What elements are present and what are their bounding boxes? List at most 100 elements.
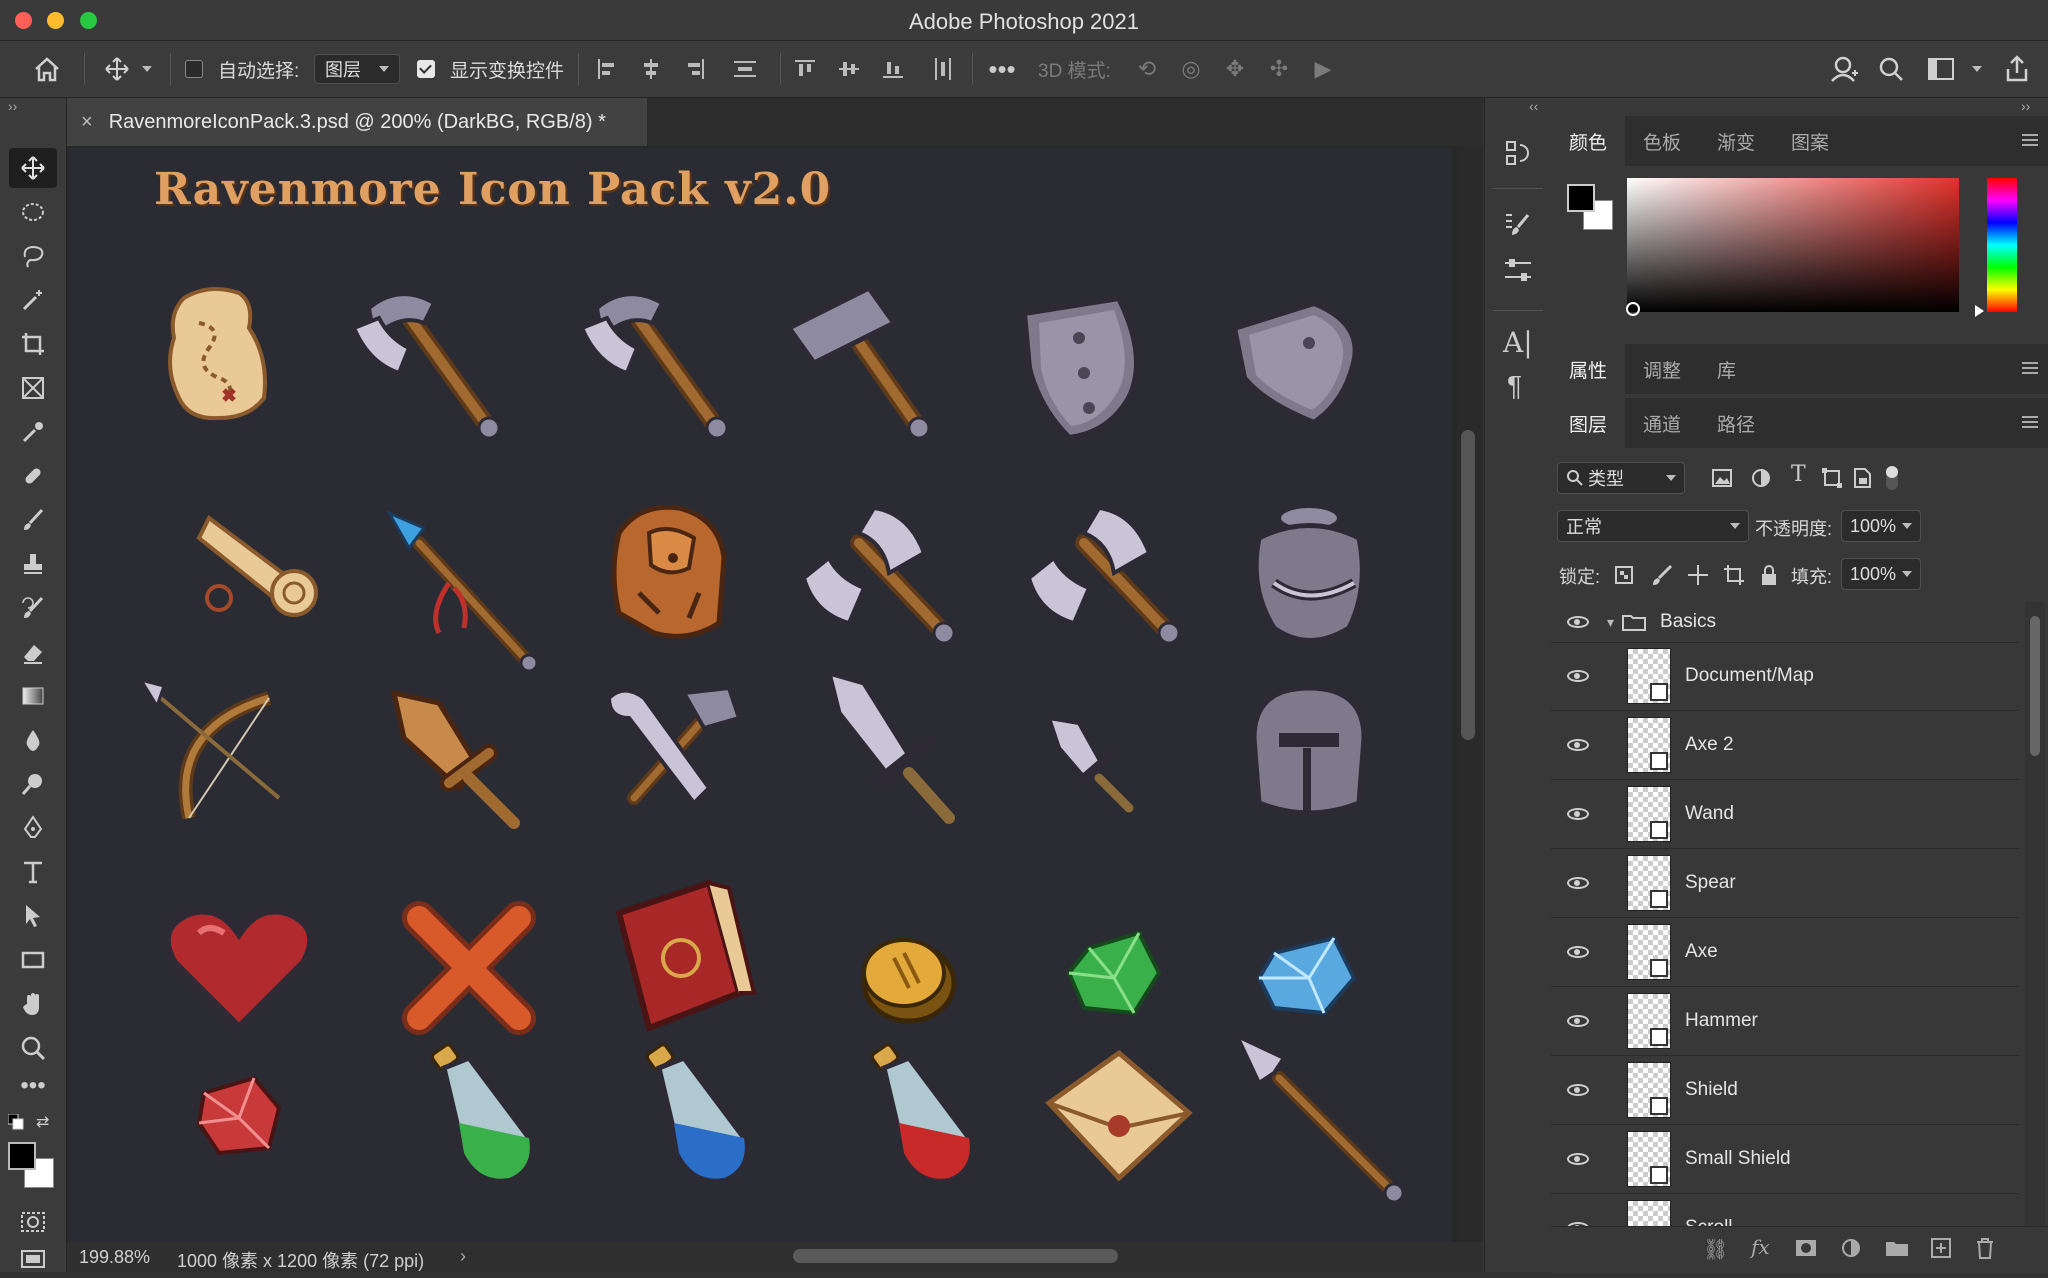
vertical-scroll-thumb[interactable] xyxy=(1461,430,1475,740)
tab-swatches[interactable]: 色板 xyxy=(1625,116,1699,166)
pen-tool-icon[interactable] xyxy=(9,808,57,848)
share-user-icon[interactable] xyxy=(1826,41,1862,97)
align-bottom-icon[interactable] xyxy=(878,41,908,97)
collapse-toolbar-icon[interactable]: ›› xyxy=(8,98,17,114)
hand-tool-icon[interactable] xyxy=(9,984,57,1024)
layer-group-basics[interactable]: ▾ Basics xyxy=(1551,602,2019,643)
adjustments-sliders-icon[interactable] xyxy=(1501,253,1535,287)
tab-patterns[interactable]: 图案 xyxy=(1773,116,1847,166)
color-swatch-icon[interactable] xyxy=(1567,184,1613,230)
brush-settings-icon[interactable] xyxy=(1501,208,1535,242)
align-middle-icon[interactable] xyxy=(834,41,864,97)
frame-tool-icon[interactable] xyxy=(9,368,57,408)
new-group-icon[interactable] xyxy=(1885,1239,1909,1257)
filter-smart-object-icon[interactable] xyxy=(1851,467,1873,489)
distribute-vertical-icon[interactable] xyxy=(928,41,958,97)
visibility-eye-icon[interactable] xyxy=(1567,616,1589,628)
panel-menu-icon[interactable] xyxy=(2022,416,2038,428)
tab-gradients[interactable]: 渐变 xyxy=(1699,116,1773,166)
layer-filter-dropdown[interactable]: 类型 xyxy=(1557,462,1685,494)
collapse-panels-icon[interactable]: ‹‹ xyxy=(1529,98,1538,114)
visibility-eye-icon[interactable] xyxy=(1567,877,1589,889)
blend-mode-dropdown[interactable]: 正常 xyxy=(1557,510,1749,542)
tab-adjustments[interactable]: 调整 xyxy=(1625,344,1699,394)
fill-field[interactable]: 100% xyxy=(1841,558,1921,590)
healing-brush-tool-icon[interactable] xyxy=(9,456,57,496)
opacity-field[interactable]: 100% xyxy=(1841,510,1921,542)
layer-row[interactable]: Shield xyxy=(1551,1056,2019,1125)
visibility-eye-icon[interactable] xyxy=(1567,1153,1589,1165)
close-tab-icon[interactable]: × xyxy=(81,111,93,134)
tab-paths[interactable]: 路径 xyxy=(1699,398,1773,448)
align-right-icon[interactable] xyxy=(680,41,710,97)
delete-layer-icon[interactable] xyxy=(1975,1237,1995,1259)
layers-scroll-thumb[interactable] xyxy=(2030,616,2040,756)
search-icon[interactable] xyxy=(1874,41,1908,97)
home-icon[interactable] xyxy=(28,41,66,97)
layers-scrollbar[interactable] xyxy=(2025,602,2045,1226)
filter-pixel-icon[interactable] xyxy=(1711,468,1733,488)
zoom-tool-icon[interactable] xyxy=(9,1028,57,1068)
tab-channels[interactable]: 通道 xyxy=(1625,398,1699,448)
history-icon[interactable] xyxy=(1501,136,1535,170)
group-expand-chevron-icon[interactable]: ▾ xyxy=(1607,614,1614,631)
marquee-tool-icon[interactable] xyxy=(9,192,57,232)
hue-slider[interactable] xyxy=(1987,178,2017,312)
expand-panels-icon[interactable]: ›› xyxy=(2021,98,2030,114)
visibility-eye-icon[interactable] xyxy=(1567,739,1589,751)
dodge-tool-icon[interactable] xyxy=(9,764,57,804)
magic-wand-tool-icon[interactable] xyxy=(9,280,57,320)
new-adjustment-layer-icon[interactable] xyxy=(1841,1238,1861,1258)
screen-mode-icon[interactable] xyxy=(9,1238,57,1278)
lasso-tool-icon[interactable] xyxy=(9,236,57,276)
clone-stamp-tool-icon[interactable] xyxy=(9,544,57,584)
hue-slider-handle[interactable] xyxy=(1975,305,1984,317)
edit-toolbar-icon[interactable]: ••• xyxy=(9,1066,57,1106)
lock-pixels-icon[interactable] xyxy=(1651,564,1673,586)
status-expand-icon[interactable]: › xyxy=(460,1246,466,1267)
visibility-eye-icon[interactable] xyxy=(1567,1015,1589,1027)
color-picker-handle[interactable] xyxy=(1626,302,1640,316)
history-brush-tool-icon[interactable] xyxy=(9,588,57,628)
brush-tool-icon[interactable] xyxy=(9,500,57,540)
lock-all-icon[interactable] xyxy=(1759,564,1779,586)
layer-row[interactable]: Axe 2 xyxy=(1551,711,2019,780)
layer-row[interactable]: Axe xyxy=(1551,918,2019,987)
tab-layers[interactable]: 图层 xyxy=(1551,398,1626,448)
swap-colors-icon[interactable]: ⇄ xyxy=(36,1112,49,1132)
workspace-icon[interactable] xyxy=(1924,41,1958,97)
lock-artboard-icon[interactable] xyxy=(1723,564,1745,586)
eraser-tool-icon[interactable] xyxy=(9,632,57,672)
new-layer-icon[interactable] xyxy=(1931,1238,1951,1258)
character-panel-icon[interactable]: A| xyxy=(1503,326,1533,359)
visibility-eye-icon[interactable] xyxy=(1567,946,1589,958)
align-left-icon[interactable] xyxy=(592,41,622,97)
link-layers-icon[interactable]: ⛓ xyxy=(1703,1237,1728,1262)
path-selection-tool-icon[interactable] xyxy=(9,896,57,936)
lock-position-icon[interactable] xyxy=(1687,564,1709,586)
layer-style-fx-icon[interactable]: fx xyxy=(1751,1235,1770,1259)
visibility-eye-icon[interactable] xyxy=(1567,1084,1589,1096)
tab-color[interactable]: 颜色 xyxy=(1551,116,1626,166)
panel-menu-icon[interactable] xyxy=(2022,134,2038,146)
rectangle-tool-icon[interactable] xyxy=(9,940,57,980)
panel-menu-icon[interactable] xyxy=(2022,362,2038,374)
color-field[interactable] xyxy=(1627,178,1959,312)
show-transform-checkbox[interactable] xyxy=(417,41,435,97)
quick-mask-icon[interactable] xyxy=(9,1202,57,1242)
document-tab[interactable]: × RavenmoreIconPack.3.psd @ 200% (DarkBG… xyxy=(67,98,647,146)
horizontal-scroll-thumb[interactable] xyxy=(793,1249,1118,1263)
layer-row[interactable]: Wand xyxy=(1551,780,2019,849)
default-colors-icon[interactable] xyxy=(7,1113,24,1130)
document-canvas[interactable]: Ravenmore Icon Pack v2.0 xyxy=(69,148,1452,1242)
gradient-tool-icon[interactable] xyxy=(9,676,57,716)
paragraph-panel-icon[interactable]: ¶ xyxy=(1507,370,1522,402)
layer-row[interactable]: Hammer xyxy=(1551,987,2019,1056)
layer-row[interactable]: Small Shield xyxy=(1551,1125,2019,1194)
tool-preset-chevron-icon[interactable] xyxy=(142,41,152,97)
type-tool-icon[interactable] xyxy=(9,852,57,892)
layer-row[interactable]: Document/Map xyxy=(1551,642,2019,711)
auto-select-checkbox[interactable] xyxy=(185,41,203,97)
lock-transparent-icon[interactable] xyxy=(1615,566,1633,584)
export-share-icon[interactable] xyxy=(2000,41,2034,97)
